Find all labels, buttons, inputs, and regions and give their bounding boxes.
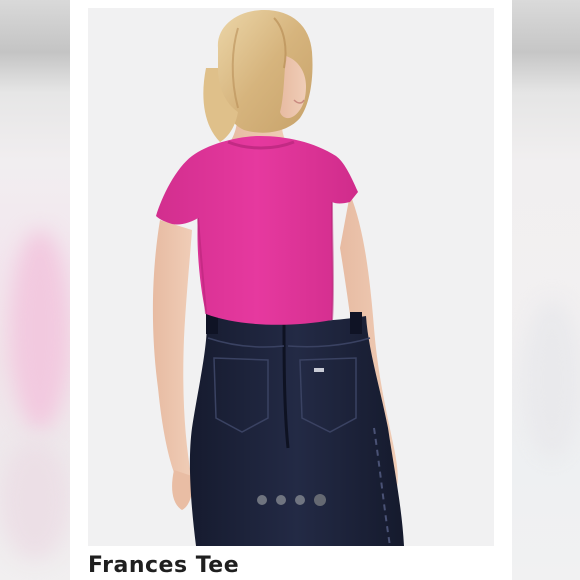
product-card: Frances Tee [70, 0, 512, 580]
carousel-indicator [88, 494, 494, 506]
blurred-backdrop-right [512, 0, 580, 580]
carousel-dot-1[interactable] [256, 495, 267, 505]
product-title[interactable]: Frances Tee [88, 553, 239, 578]
product-photo[interactable] [88, 8, 494, 546]
carousel-dot-3[interactable] [294, 495, 305, 505]
carousel-dot-4-active[interactable] [313, 494, 326, 506]
product-photo-illustration [152, 10, 404, 546]
carousel-dot-2[interactable] [275, 495, 286, 505]
blurred-backdrop-left [0, 0, 70, 580]
